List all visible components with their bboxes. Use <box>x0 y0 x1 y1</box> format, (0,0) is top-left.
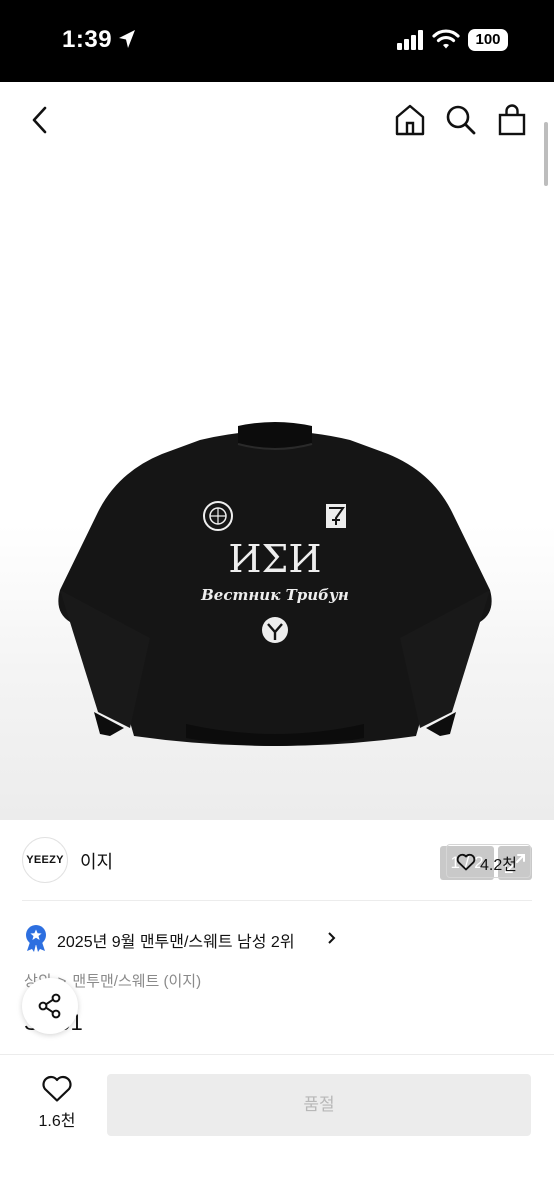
purchase-button[interactable]: 품절 <box>107 1074 531 1136</box>
status-bar: 1:39 100 <box>0 0 554 82</box>
brand-name[interactable]: 이지 <box>80 848 113 874</box>
share-button[interactable] <box>22 978 78 1034</box>
brand-like-button[interactable]: 4.2천 <box>446 844 531 878</box>
status-time: 1:39 <box>62 26 113 53</box>
share-icon <box>38 993 61 1019</box>
wishlist-button[interactable]: 1.6천 <box>30 1073 84 1133</box>
battery-icon: 100 <box>468 29 508 51</box>
search-icon <box>446 105 476 135</box>
print-main-text: ИΣИ <box>228 537 321 581</box>
product-image: ИΣИ Вестник Трибун <box>58 422 492 746</box>
brand-row: YEEZY 이지 4.2천 <box>0 820 554 900</box>
chevron-right-icon <box>328 932 336 944</box>
bottom-action-bar: 1.6천 품절 <box>0 1054 554 1200</box>
wishlist-count: 1.6천 <box>38 1113 76 1130</box>
heart-icon <box>456 853 476 871</box>
search-button[interactable] <box>443 102 479 138</box>
divider <box>22 900 532 901</box>
product-image-gallery[interactable]: ИΣИ Вестник Трибун 1 / 2 <box>0 82 554 880</box>
heart-icon <box>42 1075 72 1102</box>
brand-like-count: 4.2천 <box>480 857 517 874</box>
shopping-bag-button[interactable] <box>494 102 530 138</box>
cellular-signal-icon <box>397 30 425 55</box>
brand-logo[interactable]: YEEZY <box>22 837 68 883</box>
ranking-row[interactable]: 2025년 9월 맨투맨/스웨트 남성 2위 <box>24 924 364 952</box>
wifi-icon <box>432 28 460 55</box>
shopping-bag-icon <box>498 104 526 136</box>
rank-badge-icon <box>26 925 46 952</box>
home-button[interactable] <box>392 102 428 138</box>
home-icon <box>395 104 425 136</box>
breadcrumb-item-subcategory[interactable]: 맨투맨/스웨트 (이지) <box>72 970 201 991</box>
back-arrow-icon <box>32 106 47 134</box>
scrollbar[interactable] <box>544 122 548 186</box>
back-button[interactable] <box>24 102 58 138</box>
ranking-text: 2025년 9월 맨투맨/스웨트 남성 2위 <box>57 934 295 951</box>
location-arrow-icon <box>118 29 136 54</box>
print-sub-text: Вестник Трибун <box>200 586 349 604</box>
